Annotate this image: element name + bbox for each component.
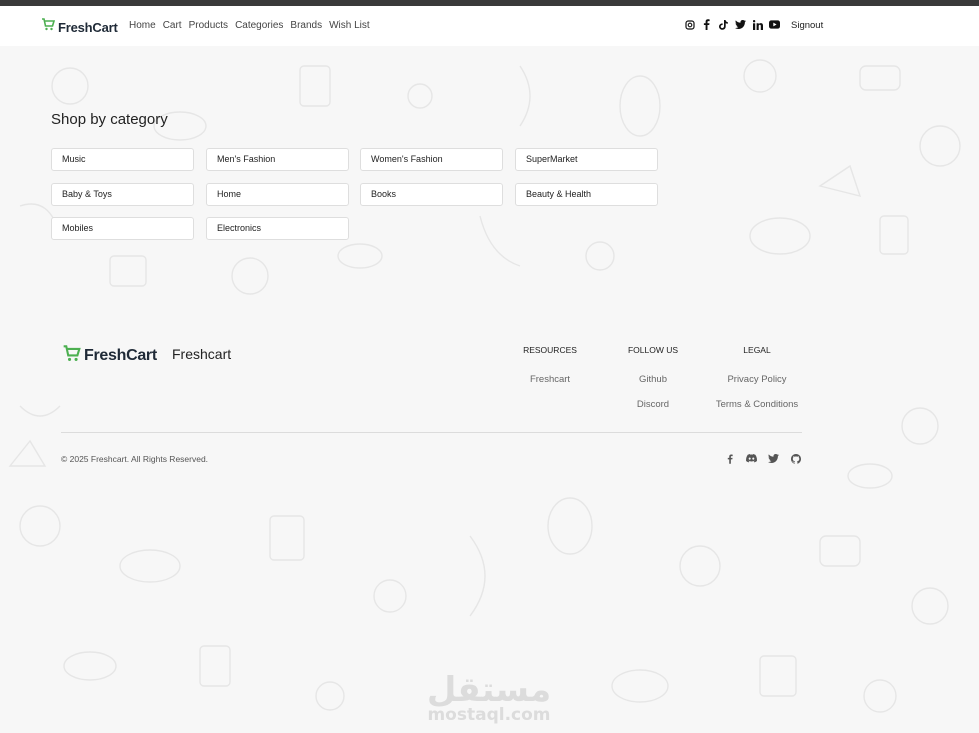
watermark-logo: مستقل — [427, 670, 551, 710]
category-mens-fashion[interactable]: Men's Fashion — [206, 148, 349, 171]
footer-heading-resources: RESOURCES — [523, 345, 577, 355]
youtube-icon[interactable] — [769, 19, 780, 30]
category-baby-toys[interactable]: Baby & Toys — [51, 183, 194, 206]
signout-link[interactable]: Signout — [791, 20, 823, 31]
footer-heading-legal: LEGAL — [743, 345, 771, 355]
social-links-footer — [724, 453, 801, 464]
category-supermarket[interactable]: SuperMarket — [515, 148, 658, 171]
category-beauty-health[interactable]: Beauty & Health — [515, 183, 658, 206]
category-home[interactable]: Home — [206, 183, 349, 206]
nav-wish-list[interactable]: Wish List — [329, 20, 370, 31]
footer-heading-follow-us: FOLLOW US — [627, 345, 679, 355]
facebook-icon[interactable] — [724, 453, 735, 464]
nav-cart[interactable]: Cart — [163, 20, 182, 31]
tiktok-icon[interactable] — [718, 19, 729, 30]
linkedin-icon[interactable] — [752, 19, 763, 30]
footer-title: Freshcart — [172, 346, 232, 362]
footer-link-github[interactable]: Github — [623, 374, 683, 385]
footer-link-freshcart[interactable]: Freshcart — [520, 374, 580, 385]
nav-categories[interactable]: Categories — [235, 20, 283, 31]
social-links-top — [684, 19, 780, 30]
copyright-text: © 2025 Freshcart. All Rights Reserved. — [61, 454, 209, 464]
footer-brand[interactable]: FreshCart — [62, 345, 157, 367]
category-womens-fashion[interactable]: Women's Fashion — [360, 148, 503, 171]
brand-name: FreshCart — [58, 19, 118, 35]
category-mobiles[interactable]: Mobiles — [51, 217, 194, 240]
navbar: FreshCart Home Cart Products Categories … — [0, 6, 979, 46]
twitter-icon[interactable] — [768, 453, 779, 464]
twitter-icon[interactable] — [735, 19, 746, 30]
footer-link-discord[interactable]: Discord — [623, 399, 683, 410]
category-electronics[interactable]: Electronics — [206, 217, 349, 240]
cart-icon — [62, 345, 81, 367]
nav-home[interactable]: Home — [129, 20, 156, 31]
instagram-icon[interactable] — [684, 19, 695, 30]
nav-links: Home Cart Products Categories Brands Wis… — [129, 20, 370, 31]
nav-brands[interactable]: Brands — [290, 20, 322, 31]
footer-link-terms[interactable]: Terms & Conditions — [707, 399, 807, 410]
footer-brand-name: FreshCart — [84, 347, 157, 364]
category-books[interactable]: Books — [360, 183, 503, 206]
navbar-brand[interactable]: FreshCart — [41, 18, 118, 36]
discord-icon[interactable] — [746, 453, 757, 464]
footer-link-privacy-policy[interactable]: Privacy Policy — [707, 374, 807, 385]
github-icon[interactable] — [790, 453, 801, 464]
footer-divider — [61, 432, 802, 433]
facebook-icon[interactable] — [701, 19, 712, 30]
cart-icon — [41, 18, 56, 36]
watermark-text: mostaql.com — [427, 705, 550, 725]
nav-products[interactable]: Products — [189, 20, 228, 31]
section-title: Shop by category — [51, 111, 168, 128]
category-music[interactable]: Music — [51, 148, 194, 171]
